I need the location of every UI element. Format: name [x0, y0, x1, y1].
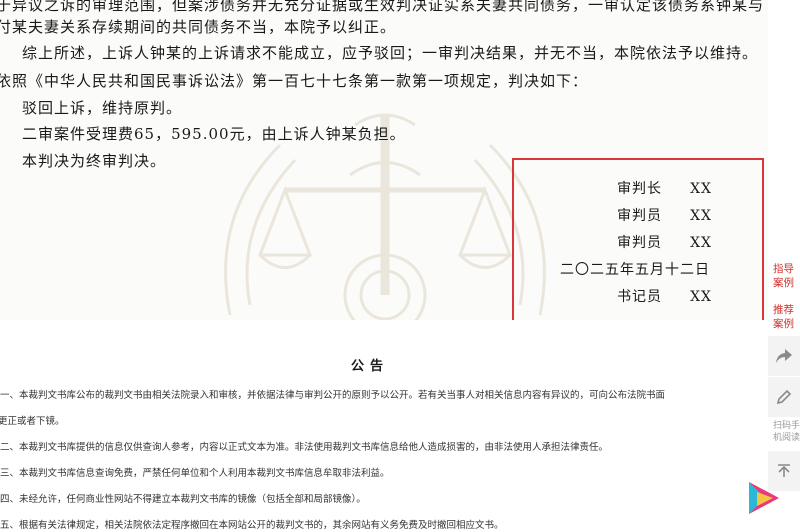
signature-judge: 审判员 XX [617, 205, 712, 225]
signature-name: XX [690, 181, 712, 197]
notice-item: 一、本裁判文书库公布的裁判文书由相关法院录入和审核，并依据法律与审判公开的原则予… [0, 390, 666, 401]
share-button[interactable] [768, 335, 800, 376]
paragraph-line: 于异议之诉的审理范围，但案涉债务并无充分证据或生效判决证实系夫妻共同债务，一审认… [0, 0, 765, 14]
judgment-document: 于异议之诉的审理范围，但案涉债务并无充分证据或生效判决证实系夫妻共同债务，一审认… [0, 0, 770, 320]
signature-name: XX [690, 208, 712, 224]
signature-highlight-box: 审判长 XX 审判员 XX 审判员 XX 二〇二五年五月十二日 书记员 XX [512, 158, 764, 320]
paragraph-line: 本判决为终审判决。 [22, 152, 167, 170]
signature-role: 审判长 [617, 181, 663, 197]
scan-qr-text[interactable]: 扫码手机阅读 [773, 420, 800, 444]
signature-clerk: 书记员 XX [617, 286, 712, 306]
notice-item: 二、本裁判文书库提供的信息仅供查询人参考，内容以正式文本为准。非法使用裁判文书库… [0, 442, 609, 453]
signature-name: XX [690, 289, 712, 305]
signature-name: XX [690, 235, 712, 251]
signature-date: 二〇二五年五月十二日 [560, 262, 710, 278]
notice-section: 公告 一、本裁判文书库公布的裁判文书由相关法院录入和审核，并依据法律与审判公开的… [0, 345, 770, 532]
notice-item: 三、本裁判文书库信息查询免费，严禁任何单位和个人利用本裁判文书库信息牟取非法利益… [0, 468, 390, 479]
notice-item: 四、未经允许，任何商业性网站不得建立本裁判文书库的镜像（包括全部和局部镜像）。 [0, 494, 366, 505]
signature-role: 审判员 [617, 235, 663, 251]
guiding-cases-link[interactable]: 指导案例 [773, 262, 800, 290]
share-icon [776, 349, 792, 363]
paragraph-line: 二审案件受理费65，595.00元，由上诉人钟某负担。 [22, 125, 406, 143]
paragraph-line: 付某夫妻关系存续期间的共同债务不当，本院予以纠正。 [0, 18, 397, 36]
signature-chief-judge: 审判长 XX [617, 178, 712, 198]
edit-button[interactable] [768, 376, 800, 417]
app-logo-icon [749, 482, 779, 514]
signature-judge: 审判员 XX [617, 232, 712, 252]
recommended-cases-link[interactable]: 推荐案例 [773, 303, 800, 331]
edit-icon [776, 389, 792, 405]
paragraph-line: 综上所述，上诉人钟某的上诉请求不能成立，应予驳回；一审判决结果，并无不当，本院依… [22, 44, 759, 62]
paragraph-line: 依照《中华人民共和国民事诉讼法》第一百七十七条第一款第一项规定，判决如下： [0, 72, 589, 90]
notice-item: 更正或者下镜。 [0, 416, 65, 427]
back-to-top-icon [778, 464, 790, 477]
signature-role: 审判员 [617, 208, 663, 224]
paragraph-line: 驳回上诉，维持原判。 [22, 99, 183, 117]
notice-title: 公告 [350, 359, 389, 374]
notice-item: 五、根据有关法律规定，相关法院依法定程序撤回在本网站公开的裁判文书的，其余网站有… [0, 520, 504, 531]
right-sidebar: 指导案例 推荐案例 扫码手机阅读 [768, 0, 800, 532]
signature-role: 书记员 [617, 289, 663, 305]
